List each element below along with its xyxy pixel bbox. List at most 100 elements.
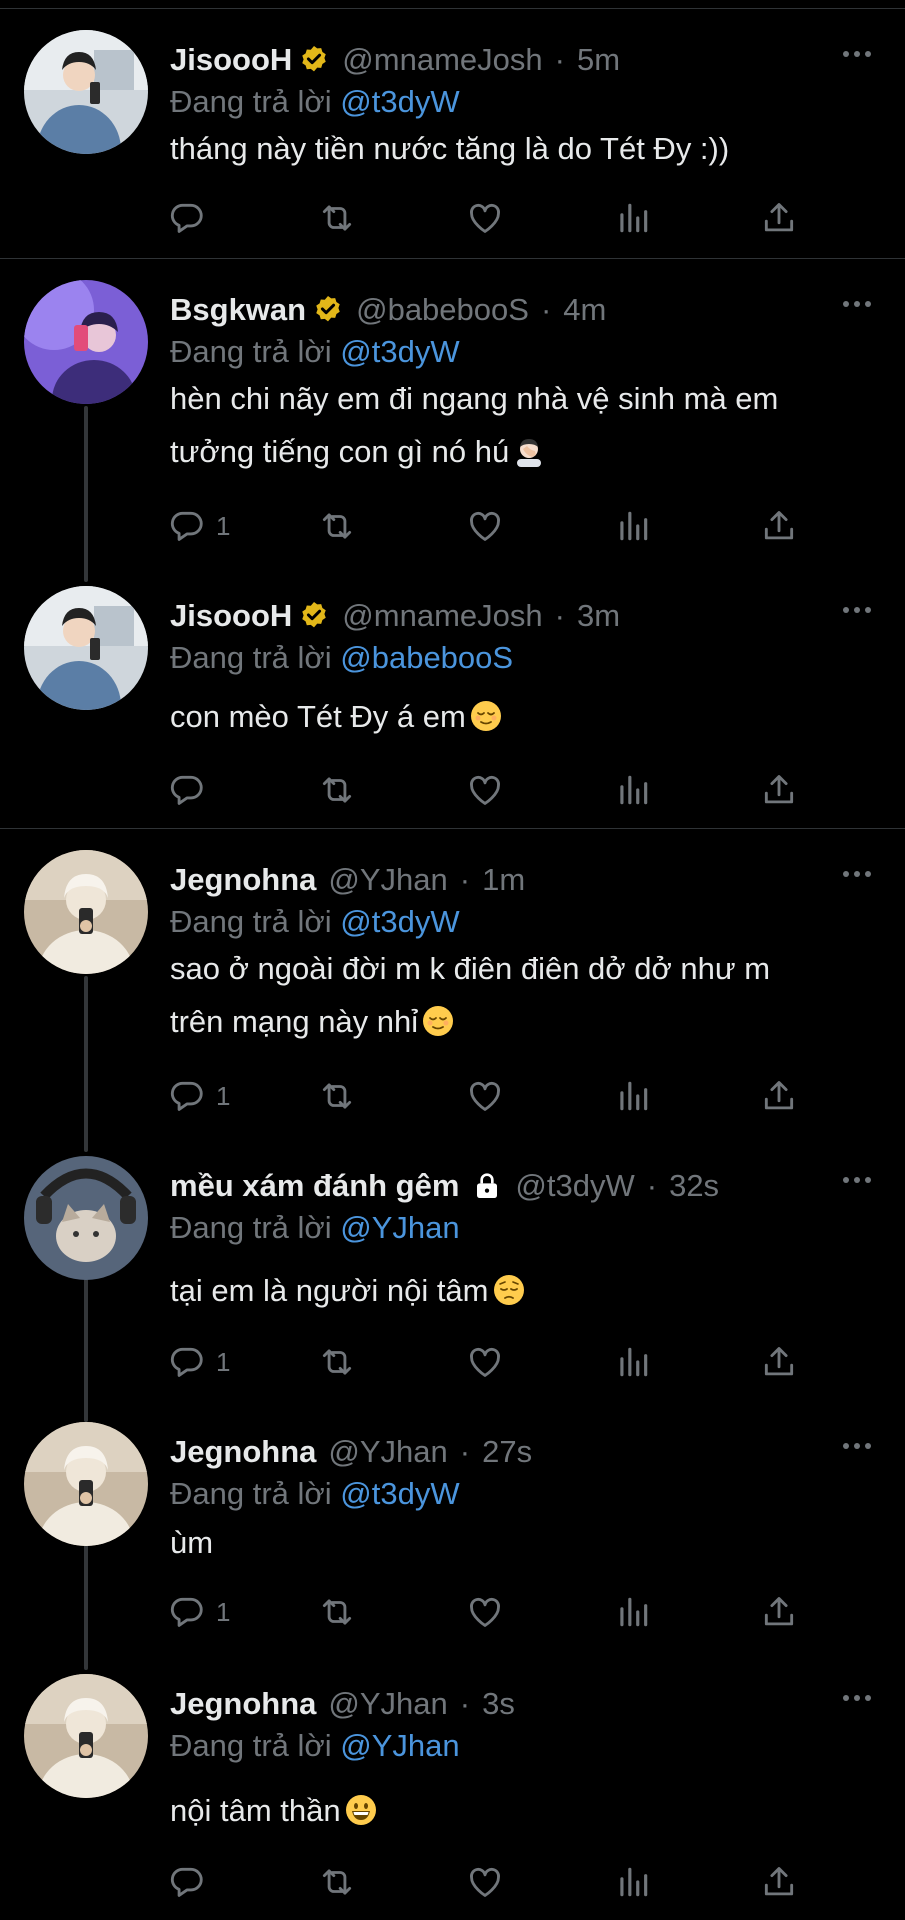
share-button[interactable] xyxy=(760,1076,798,1116)
share-button[interactable] xyxy=(760,198,798,238)
heart-icon xyxy=(466,771,504,809)
display-name[interactable]: Bsgkwan xyxy=(170,290,306,330)
more-options-icon[interactable] xyxy=(839,1170,875,1190)
like-button[interactable] xyxy=(466,1592,504,1632)
tweet-text: sao ở ngoài đời m k điên điên dở dở như … xyxy=(170,942,880,1048)
reply-count: 1 xyxy=(216,1346,231,1377)
more-options-icon[interactable] xyxy=(839,1436,875,1456)
reply-count: 1 xyxy=(216,510,231,541)
retweet-button[interactable] xyxy=(318,198,356,238)
views-icon xyxy=(614,507,652,545)
reply-icon xyxy=(168,771,206,809)
more-options-icon[interactable] xyxy=(839,44,875,64)
reply-button[interactable]: 1 xyxy=(168,506,230,546)
display-name[interactable]: JisoooH xyxy=(170,596,292,636)
reply-button[interactable] xyxy=(168,1862,206,1902)
tweet-text: con mèo Tét Đy á em xyxy=(170,690,880,743)
reply-to-link[interactable]: @babebooS xyxy=(340,640,513,675)
avatar[interactable] xyxy=(24,280,148,404)
timestamp[interactable]: 3s xyxy=(482,1684,515,1724)
more-options-icon[interactable] xyxy=(839,864,875,884)
action-bar xyxy=(0,770,905,810)
reply-prefix: Đang trả lời xyxy=(170,84,332,119)
like-button[interactable] xyxy=(466,1342,504,1382)
reply-button[interactable] xyxy=(168,198,206,238)
avatar[interactable] xyxy=(24,1674,148,1798)
like-button[interactable] xyxy=(466,1862,504,1902)
views-button[interactable] xyxy=(614,506,652,546)
handle[interactable]: @YJhan xyxy=(328,860,447,900)
reply-to-link[interactable]: @t3dyW xyxy=(340,1476,459,1511)
reply-button[interactable]: 1 xyxy=(168,1592,230,1632)
handle[interactable]: @t3dyW xyxy=(515,1166,634,1206)
share-icon xyxy=(760,1343,798,1381)
retweet-button[interactable] xyxy=(318,1592,356,1632)
tweet-text: tháng này tiền nước tăng là do Tét Đy :)… xyxy=(170,131,730,166)
thread-line xyxy=(84,976,88,1152)
views-button[interactable] xyxy=(614,1862,652,1902)
views-button[interactable] xyxy=(614,198,652,238)
share-button[interactable] xyxy=(760,1592,798,1632)
share-button[interactable] xyxy=(760,1862,798,1902)
pensive-face-emoji-icon xyxy=(493,1274,525,1306)
handle[interactable]: @YJhan xyxy=(328,1684,447,1724)
handle[interactable]: @YJhan xyxy=(328,1432,447,1472)
timestamp[interactable]: 27s xyxy=(482,1432,532,1472)
more-options-icon[interactable] xyxy=(839,600,875,620)
views-button[interactable] xyxy=(614,1076,652,1116)
lock-icon xyxy=(471,1170,503,1202)
more-options-icon[interactable] xyxy=(839,1688,875,1708)
display-name[interactable]: Jegnohna xyxy=(170,860,316,900)
views-button[interactable] xyxy=(614,770,652,810)
avatar[interactable] xyxy=(24,1422,148,1546)
avatar[interactable] xyxy=(24,1156,148,1280)
avatar[interactable] xyxy=(24,850,148,974)
like-button[interactable] xyxy=(466,770,504,810)
reply-to-link[interactable]: @t3dyW xyxy=(340,334,459,369)
handle[interactable]: @mnameJosh xyxy=(342,40,542,80)
retweet-button[interactable] xyxy=(318,506,356,546)
reply-to-link[interactable]: @YJhan xyxy=(340,1728,459,1763)
reply-to-link[interactable]: @YJhan xyxy=(340,1210,459,1245)
heart-icon xyxy=(466,1077,504,1115)
handle[interactable]: @babebooS xyxy=(356,290,529,330)
views-button[interactable] xyxy=(614,1592,652,1632)
avatar[interactable] xyxy=(24,586,148,710)
reply-to-link[interactable]: @t3dyW xyxy=(340,904,459,939)
like-button[interactable] xyxy=(466,198,504,238)
reply-icon xyxy=(168,1593,206,1631)
retweet-button[interactable] xyxy=(318,770,356,810)
share-button[interactable] xyxy=(760,770,798,810)
timestamp[interactable]: 3m xyxy=(577,596,620,636)
timestamp[interactable]: 1m xyxy=(482,860,525,900)
views-icon xyxy=(614,1593,652,1631)
views-button[interactable] xyxy=(614,1342,652,1382)
retweet-button[interactable] xyxy=(318,1862,356,1902)
retweet-button[interactable] xyxy=(318,1342,356,1382)
reply-icon xyxy=(168,1343,206,1381)
share-button[interactable] xyxy=(760,506,798,546)
like-button[interactable] xyxy=(466,1076,504,1116)
timestamp[interactable]: 5m xyxy=(577,40,620,80)
action-bar: 1 xyxy=(0,1592,905,1632)
retweet-icon xyxy=(318,771,356,809)
handle[interactable]: @mnameJosh xyxy=(342,596,542,636)
more-options-icon[interactable] xyxy=(839,294,875,314)
reply-button[interactable] xyxy=(168,770,206,810)
avatar[interactable] xyxy=(24,30,148,154)
reply-button[interactable]: 1 xyxy=(168,1342,230,1382)
like-button[interactable] xyxy=(466,506,504,546)
display-name[interactable]: Jegnohna xyxy=(170,1432,316,1472)
reply-to-link[interactable]: @t3dyW xyxy=(340,84,459,119)
share-button[interactable] xyxy=(760,1342,798,1382)
heart-icon xyxy=(466,1343,504,1381)
display-name[interactable]: Jegnohna xyxy=(170,1684,316,1724)
timestamp[interactable]: 4m xyxy=(563,290,606,330)
retweet-button[interactable] xyxy=(318,1076,356,1116)
timestamp[interactable]: 32s xyxy=(669,1166,719,1206)
display-name[interactable]: mều xám đánh gêm xyxy=(170,1166,459,1206)
tweet-text: tại em là người nội tâm xyxy=(170,1264,880,1317)
display-name[interactable]: JisoooH xyxy=(170,40,292,80)
separator: · xyxy=(554,42,565,77)
reply-button[interactable]: 1 xyxy=(168,1076,230,1116)
